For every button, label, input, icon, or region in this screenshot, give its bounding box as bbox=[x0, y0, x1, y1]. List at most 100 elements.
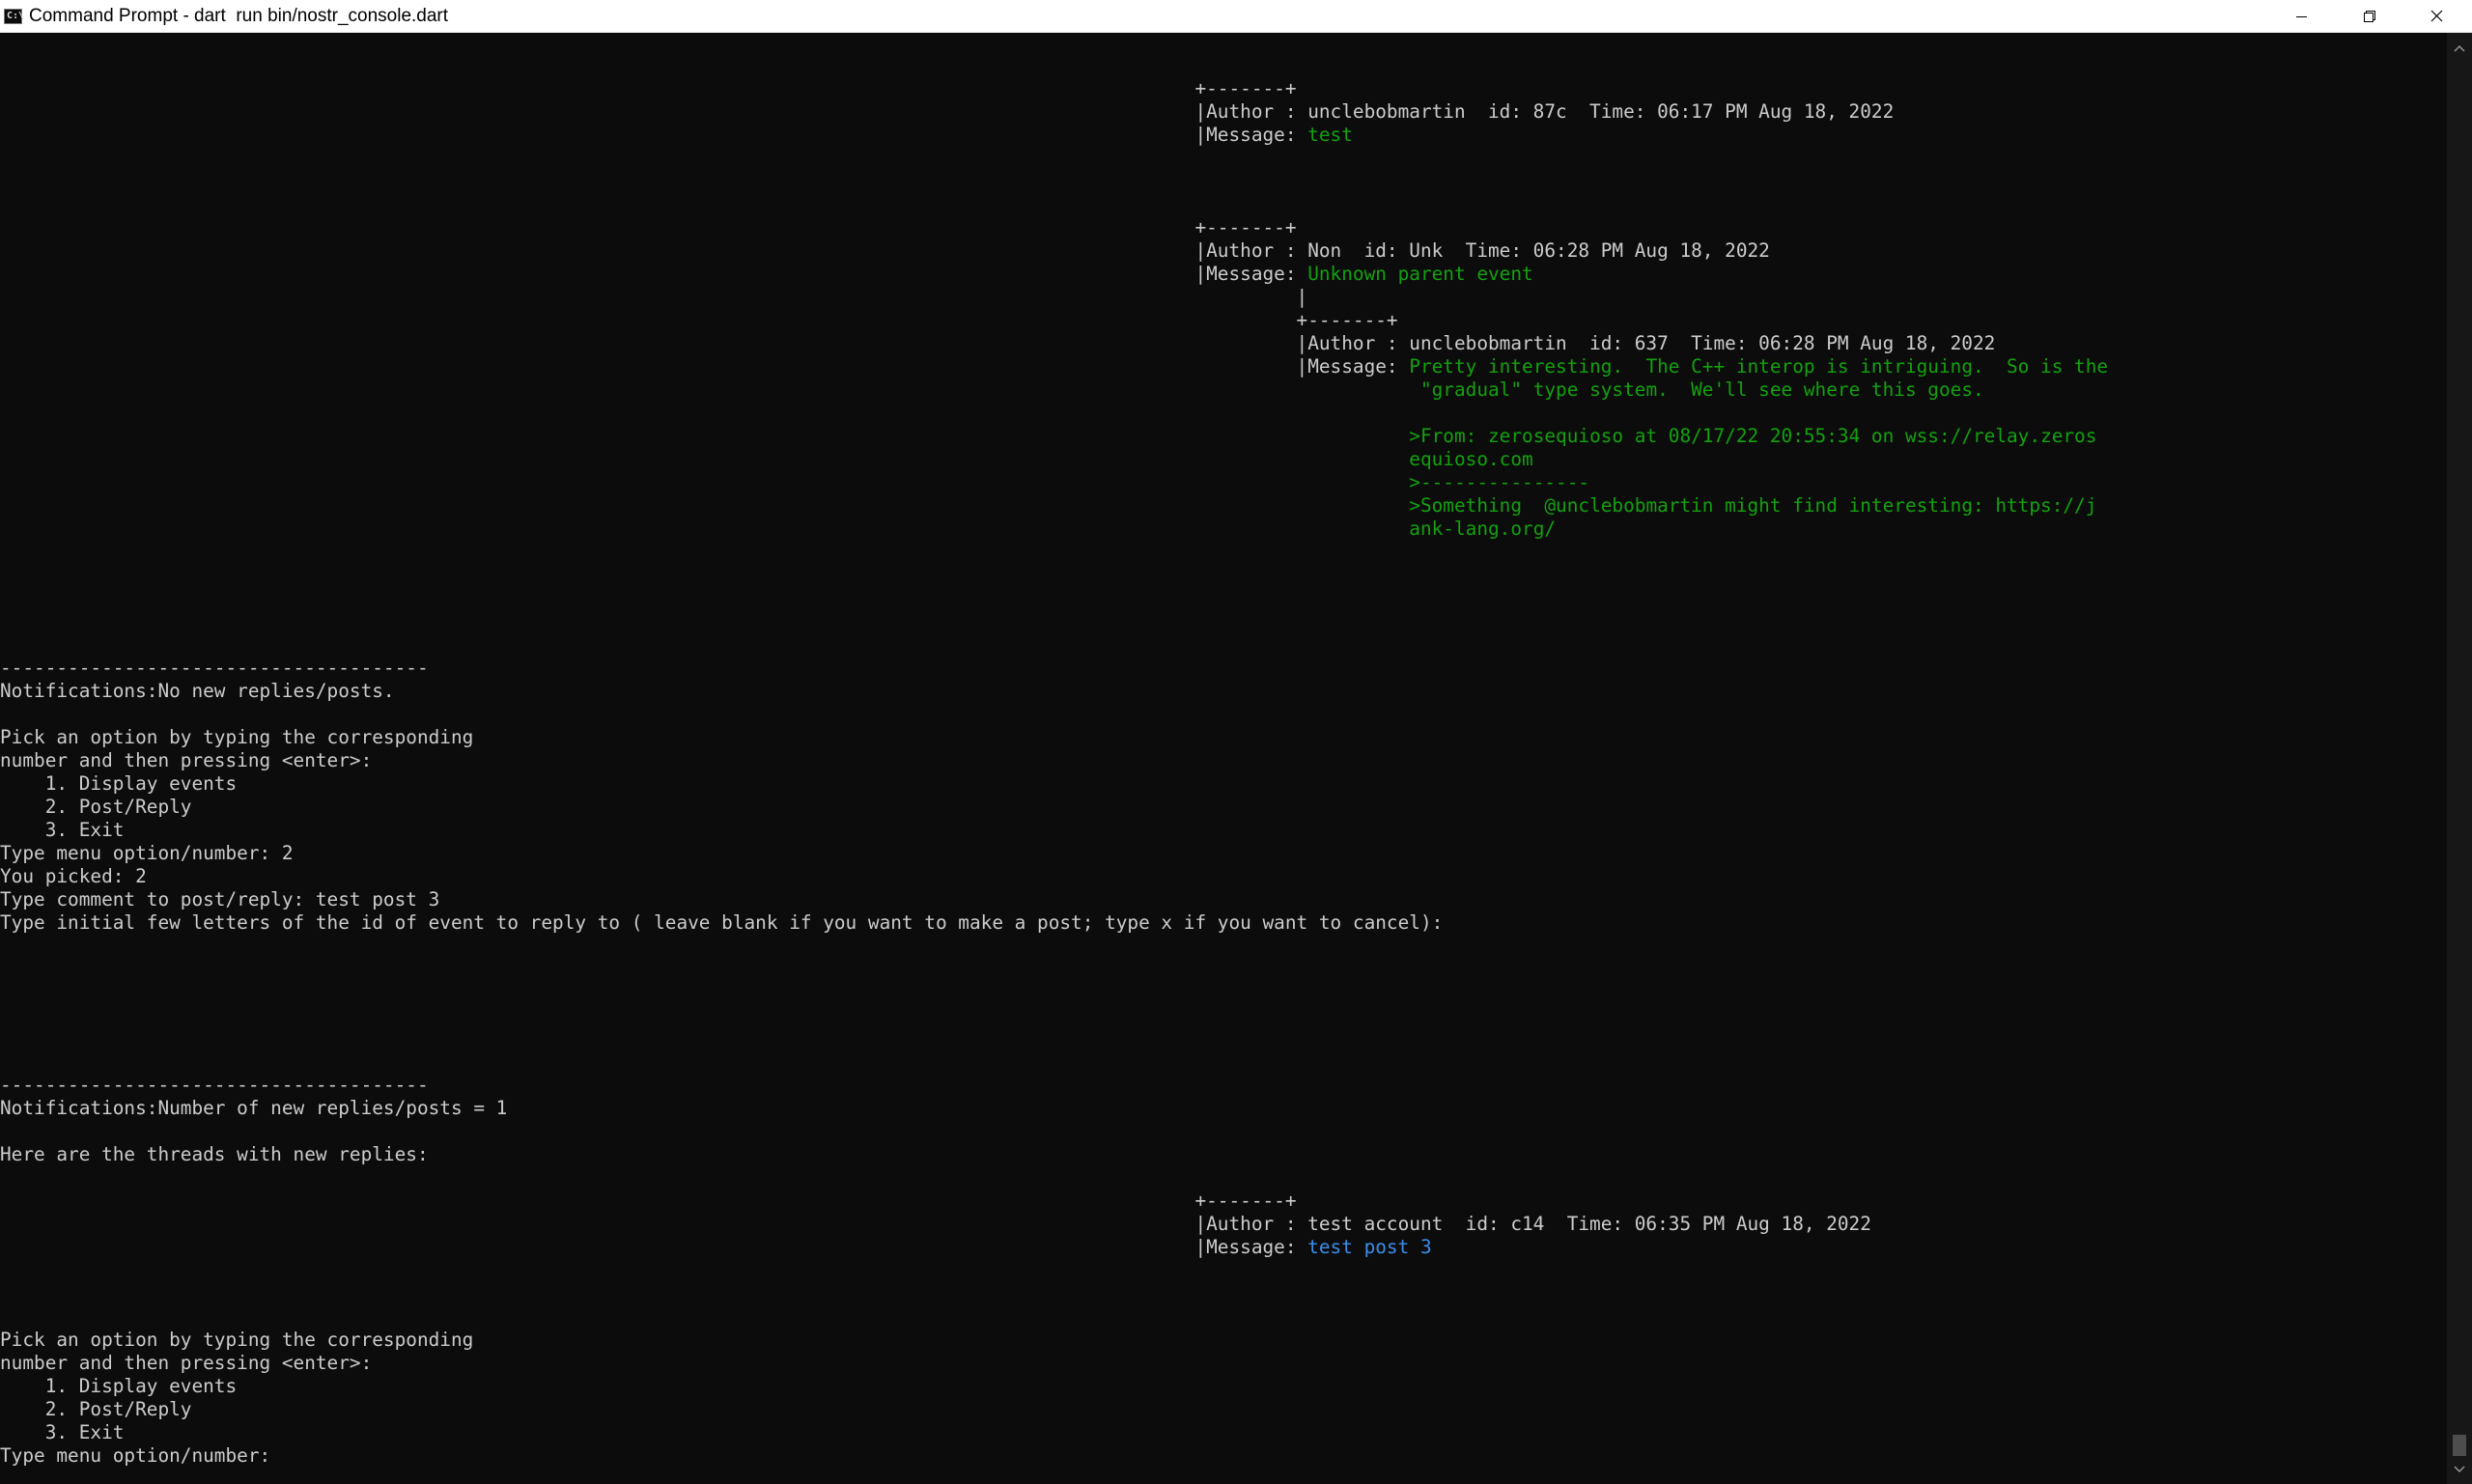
console-segment: 2. Post/Reply bbox=[0, 796, 192, 818]
scroll-down-arrow-icon[interactable] bbox=[2454, 1466, 2465, 1473]
console-line: Type initial few letters of the id of ev… bbox=[0, 911, 2108, 935]
console-segment: >--------------- bbox=[1409, 471, 1590, 493]
console-segment: >From: zerosequioso at 08/17/22 20:55:34… bbox=[1409, 425, 2097, 447]
console-line: You picked: 2 bbox=[0, 865, 2108, 888]
console-segment: | bbox=[0, 286, 1308, 308]
console-segment bbox=[0, 518, 1409, 540]
console-line: 3. Exit bbox=[0, 819, 2108, 842]
console-segment bbox=[0, 378, 1409, 401]
console-segment: You picked: 2 bbox=[0, 865, 147, 887]
console-segment: 3. Exit bbox=[0, 1421, 125, 1443]
console-segment: Type initial few letters of the id of ev… bbox=[0, 911, 1444, 934]
console-segment: Pretty interesting. The C++ interop is i… bbox=[1409, 355, 2109, 378]
minimize-button[interactable] bbox=[2267, 0, 2335, 33]
console-output[interactable]: +-------+ |Author : unclebobmartin id: 8… bbox=[0, 33, 2447, 1484]
command-prompt-window: C:\ Command Prompt - dart run bin/nostr_… bbox=[0, 0, 2472, 1484]
console-segment: |Author : unclebobmartin id: 637 Time: 0… bbox=[0, 332, 1996, 354]
console-segment bbox=[0, 425, 1409, 447]
console-line: 1. Display events bbox=[0, 1375, 2108, 1398]
console-segment: Notifications:No new replies/posts. bbox=[0, 680, 395, 702]
console-line: |Author : Non id: Unk Time: 06:28 PM Aug… bbox=[0, 239, 2108, 263]
vertical-scrollbar[interactable] bbox=[2447, 33, 2472, 1484]
console-segment: |Author : Non id: Unk Time: 06:28 PM Aug… bbox=[0, 239, 1770, 262]
console-line: -------------------------------------- bbox=[0, 657, 2108, 680]
scroll-up-arrow-icon[interactable] bbox=[2454, 44, 2465, 52]
console-segment: +-------+ bbox=[0, 1190, 1297, 1212]
console-segment bbox=[0, 494, 1409, 517]
console-segment: Here are the threads with new replies: bbox=[0, 1143, 429, 1165]
console-line: 2. Post/Reply bbox=[0, 796, 2108, 819]
console-segment: number and then pressing <enter>: bbox=[0, 749, 373, 771]
console-segment: -------------------------------------- bbox=[0, 657, 429, 679]
console-segment: Type menu option/number: bbox=[0, 1444, 282, 1467]
console-line: |Author : unclebobmartin id: 637 Time: 0… bbox=[0, 332, 2108, 355]
title-bar[interactable]: C:\ Command Prompt - dart run bin/nostr_… bbox=[0, 0, 2472, 33]
console-line: 2. Post/Reply bbox=[0, 1398, 2108, 1421]
console-line: Type menu option/number: 2 bbox=[0, 842, 2108, 865]
console-line: Pick an option by typing the correspondi… bbox=[0, 726, 2108, 749]
console-segment: ank-lang.org/ bbox=[1409, 518, 1557, 540]
scrollbar-thumb[interactable] bbox=[2453, 1435, 2466, 1456]
console-segment: Type comment to post/reply: test post 3 bbox=[0, 888, 440, 910]
console-line: 3. Exit bbox=[0, 1421, 2108, 1444]
console-line: >Something @unclebobmartin might find in… bbox=[0, 494, 2108, 518]
console-segment: |Message: bbox=[0, 263, 1308, 285]
console-app-icon: C:\ bbox=[4, 9, 24, 24]
console-segment: 1. Display events bbox=[0, 1375, 238, 1397]
console-segment: Type menu option/number: 2 bbox=[0, 842, 294, 864]
console-segment bbox=[0, 471, 1409, 493]
window-title: Command Prompt - dart run bin/nostr_cons… bbox=[29, 6, 449, 26]
console-line: |Author : unclebobmartin id: 87c Time: 0… bbox=[0, 100, 2108, 124]
console-segment: number and then pressing <enter>: bbox=[0, 1352, 373, 1374]
console-segment: Pick an option by typing the correspondi… bbox=[0, 726, 474, 748]
console-segment: test bbox=[1307, 124, 1353, 146]
console-segment: >Something @unclebobmartin might find in… bbox=[1409, 494, 2097, 517]
console-line: Here are the threads with new replies: bbox=[0, 1143, 2108, 1166]
console-segment: equioso.com bbox=[1409, 448, 1533, 470]
console-segment: -------------------------------------- bbox=[0, 1074, 429, 1096]
minimize-icon bbox=[2296, 16, 2307, 17]
console-line: +-------+ bbox=[0, 309, 2108, 332]
console-segment: |Message: bbox=[0, 1236, 1308, 1258]
console-line: |Author : test account id: c14 Time: 06:… bbox=[0, 1213, 2108, 1236]
console-segment: 1. Display events bbox=[0, 772, 238, 795]
console-line: 1. Display events bbox=[0, 772, 2108, 796]
console-line: ank-lang.org/ bbox=[0, 518, 2108, 541]
console-segment: +-------+ bbox=[0, 216, 1297, 238]
console-segment: test post 3 bbox=[1307, 1236, 1432, 1258]
console-segment: Pick an option by typing the correspondi… bbox=[0, 1329, 474, 1351]
console-line: |Message: test bbox=[0, 124, 2108, 147]
restore-button[interactable] bbox=[2335, 0, 2402, 33]
console-segment: +-------+ bbox=[0, 309, 1398, 331]
console-line: |Message: Pretty interesting. The C++ in… bbox=[0, 355, 2109, 378]
console-segment: "gradual" type system. We'll see where t… bbox=[1409, 378, 1984, 401]
console-line: number and then pressing <enter>: bbox=[0, 749, 2108, 772]
console-line: |Message: test post 3 bbox=[0, 1236, 2108, 1259]
console-line: "gradual" type system. We'll see where t… bbox=[0, 378, 2108, 402]
console-line: |Message: Unknown parent event bbox=[0, 263, 2108, 286]
close-icon bbox=[2430, 10, 2443, 22]
console-line: Type comment to post/reply: test post 3 bbox=[0, 888, 2108, 911]
close-button[interactable] bbox=[2402, 0, 2470, 33]
console-segment: |Author : unclebobmartin id: 87c Time: 0… bbox=[0, 100, 1895, 123]
console-segment: |Author : test account id: c14 Time: 06:… bbox=[0, 1213, 1871, 1235]
console-line: Type menu option/number: bbox=[0, 1444, 2108, 1468]
console-segment: +-------+ bbox=[0, 77, 1297, 99]
console-segment: Notifications:Number of new replies/post… bbox=[0, 1097, 508, 1119]
console-segment: 3. Exit bbox=[0, 819, 125, 841]
